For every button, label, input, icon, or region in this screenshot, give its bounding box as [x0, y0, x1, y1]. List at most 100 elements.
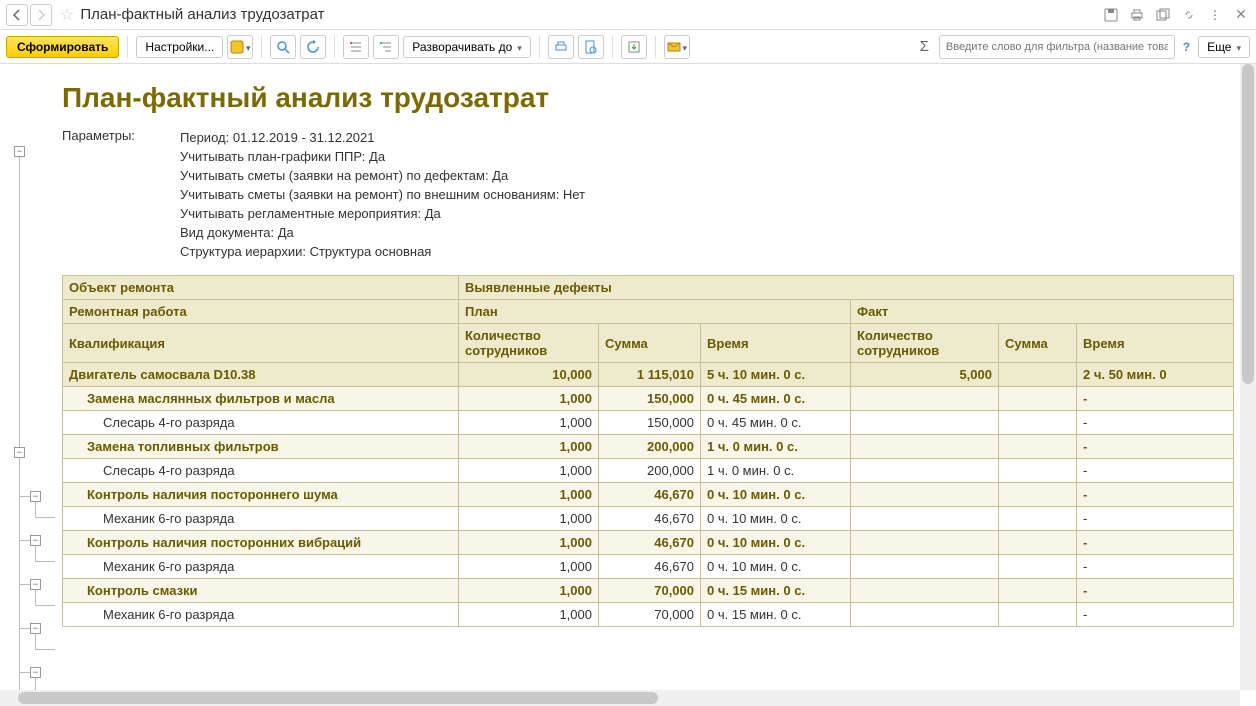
cell: - — [1077, 555, 1234, 579]
col-plan: План — [459, 300, 851, 324]
scroll-thumb[interactable] — [18, 692, 658, 704]
refresh-icon[interactable] — [300, 35, 326, 59]
expand-icon[interactable] — [373, 35, 399, 59]
cell: 46,670 — [599, 507, 701, 531]
tree-toggle[interactable]: − — [30, 623, 41, 634]
help-icon[interactable]: ? — [1183, 40, 1190, 54]
cell — [851, 387, 999, 411]
cell — [851, 483, 999, 507]
favorite-star-icon[interactable]: ☆ — [60, 5, 74, 25]
cell: - — [1077, 411, 1234, 435]
cell: 150,000 — [599, 411, 701, 435]
cell: 0 ч. 15 мин. 0 с. — [701, 579, 851, 603]
cell: 1 ч. 0 мин. 0 с. — [701, 459, 851, 483]
cell: 0 ч. 10 мин. 0 с. — [701, 507, 851, 531]
col-work: Ремонтная работа — [63, 300, 459, 324]
tree-toggle[interactable]: − — [14, 146, 25, 157]
email-button[interactable] — [664, 35, 690, 59]
cell — [999, 387, 1077, 411]
cell: 1,000 — [459, 531, 599, 555]
link-icon[interactable] — [1180, 6, 1198, 24]
table-row[interactable]: Слесарь 4-го разряда1,000200,0001 ч. 0 м… — [63, 459, 1234, 483]
table-row[interactable]: Контроль смазки1,00070,0000 ч. 15 мин. 0… — [63, 579, 1234, 603]
table-row[interactable]: Контроль наличия посторонних вибраций1,0… — [63, 531, 1234, 555]
table-row[interactable]: Механик 6-го разряда1,00070,0000 ч. 15 м… — [63, 603, 1234, 627]
tree-toggle[interactable]: − — [30, 667, 41, 678]
generate-button[interactable]: Сформировать — [6, 36, 119, 58]
tree-toggle[interactable]: − — [30, 491, 41, 502]
group-name: Двигатель самосвала D10.38 — [63, 363, 459, 387]
cell: 1,000 — [459, 387, 599, 411]
cell: 1,000 — [459, 459, 599, 483]
table-row[interactable]: Механик 6-го разряда1,00046,6700 ч. 10 м… — [63, 507, 1234, 531]
cell: Слесарь 4-го разряда — [63, 411, 459, 435]
sigma-icon[interactable]: Σ — [920, 38, 929, 55]
cell: 200,000 — [599, 459, 701, 483]
col-fact-qty: Количество сотрудников — [851, 324, 999, 363]
col-fact-time: Время — [1077, 324, 1234, 363]
cell: - — [1077, 459, 1234, 483]
print-icon[interactable] — [1128, 6, 1146, 24]
tree-toggle[interactable]: − — [30, 535, 41, 546]
collapse-icon[interactable] — [343, 35, 369, 59]
cell: 150,000 — [599, 387, 701, 411]
cell: Механик 6-го разряда — [63, 555, 459, 579]
close-icon[interactable]: ✕ — [1232, 6, 1250, 24]
table-row[interactable]: Слесарь 4-го разряда1,000150,0000 ч. 45 … — [63, 411, 1234, 435]
more-label: Еще — [1207, 40, 1231, 54]
cell: - — [1077, 531, 1234, 555]
cell: 1,000 — [459, 555, 599, 579]
cell: 1,000 — [459, 483, 599, 507]
col-fact: Факт — [851, 300, 1234, 324]
horizontal-scrollbar[interactable] — [0, 690, 1240, 706]
expand-to-button[interactable]: Разворачивать до — [403, 36, 531, 58]
cell: 5,000 — [851, 363, 999, 387]
cell — [999, 411, 1077, 435]
table-row[interactable]: Замена маслянных фильтров и масла1,00015… — [63, 387, 1234, 411]
new-window-icon[interactable] — [1154, 6, 1172, 24]
cell: 70,000 — [599, 603, 701, 627]
print-button[interactable] — [548, 35, 574, 59]
scroll-thumb[interactable] — [1242, 64, 1254, 384]
params-label: Параметры: — [62, 128, 180, 261]
cell: 0 ч. 45 мин. 0 с. — [701, 411, 851, 435]
group-row[interactable]: Двигатель самосвала D10.38 10,000 1 115,… — [63, 363, 1234, 387]
filter-input[interactable] — [939, 35, 1175, 59]
search-icon[interactable] — [270, 35, 296, 59]
cell: - — [1077, 507, 1234, 531]
save-icon[interactable] — [1102, 6, 1120, 24]
settings-label: Настройки... — [145, 40, 214, 54]
settings-button[interactable]: Настройки... — [136, 36, 223, 58]
vertical-scrollbar[interactable] — [1240, 64, 1256, 690]
tree-toggle[interactable]: − — [30, 579, 41, 590]
nav-forward-button[interactable] — [30, 4, 52, 26]
more-menu-icon[interactable]: ⋮ — [1206, 6, 1224, 24]
preview-button[interactable] — [578, 35, 604, 59]
cell: 0 ч. 45 мин. 0 с. — [701, 387, 851, 411]
cell — [851, 435, 999, 459]
settings-variant-button[interactable] — [227, 35, 253, 59]
cell: - — [1077, 435, 1234, 459]
cell: 1,000 — [459, 603, 599, 627]
cell: 2 ч. 50 мин. 0 — [1077, 363, 1234, 387]
cell — [999, 579, 1077, 603]
col-fact-sum: Сумма — [999, 324, 1077, 363]
col-object: Объект ремонта — [63, 276, 459, 300]
cell — [851, 603, 999, 627]
more-button[interactable]: Еще — [1198, 36, 1250, 58]
table-row[interactable]: Контроль наличия постороннего шума1,0004… — [63, 483, 1234, 507]
cell — [999, 603, 1077, 627]
nav-back-button[interactable] — [6, 4, 28, 26]
cell — [851, 531, 999, 555]
table-row[interactable]: Замена топливных фильтров1,000200,0001 ч… — [63, 435, 1234, 459]
cell — [999, 435, 1077, 459]
report-table: Объект ремонта Выявленные дефекты Ремонт… — [62, 275, 1234, 627]
table-row[interactable]: Механик 6-го разряда1,00046,6700 ч. 10 м… — [63, 555, 1234, 579]
toolbar: Сформировать Настройки... Разворачивать … — [0, 30, 1256, 64]
cell: 200,000 — [599, 435, 701, 459]
tree-toggle[interactable]: − — [14, 447, 25, 458]
cell: 1,000 — [459, 507, 599, 531]
cell: 0 ч. 15 мин. 0 с. — [701, 603, 851, 627]
save-file-button[interactable] — [621, 35, 647, 59]
titlebar: ☆ План-фактный анализ трудозатрат ⋮ ✕ — [0, 0, 1256, 30]
